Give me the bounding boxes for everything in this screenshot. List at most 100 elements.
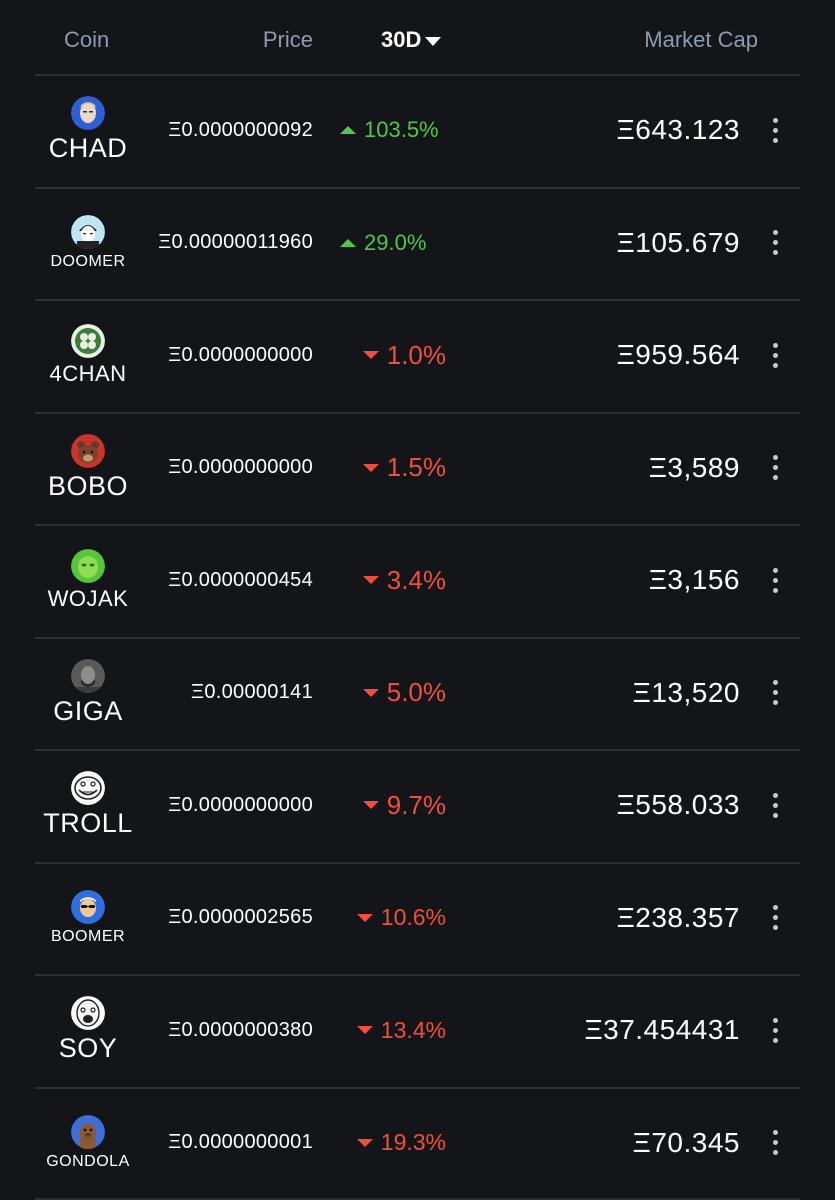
- trollface-icon: [71, 771, 105, 806]
- coin-row-doomer[interactable]: DOOMER Ξ0.00000011960 29.0% Ξ105.679: [0, 186, 835, 300]
- more-options-icon[interactable]: [762, 1087, 788, 1200]
- price-change: 1.5%: [340, 412, 460, 525]
- more-options-icon[interactable]: [762, 187, 788, 300]
- change-value: 19.3%: [380, 1129, 446, 1156]
- triangle-down-icon: [356, 1138, 373, 1147]
- coin-row-boomer[interactable]: BOOMER Ξ0.0000002565 10.6% Ξ238.357: [0, 861, 835, 975]
- gondola-avatar-icon: [71, 1114, 105, 1149]
- market-cap-value: Ξ3,156: [648, 564, 740, 596]
- price-change: 9.7%: [340, 749, 460, 862]
- more-options-icon[interactable]: [762, 412, 788, 525]
- coin-row-troll[interactable]: TROLL Ξ0.0000000000 9.7% Ξ558.033: [0, 749, 835, 862]
- clover-icon: [71, 324, 105, 359]
- coin-row-gondola[interactable]: GONDOLA Ξ0.0000000001 19.3% Ξ70.345: [0, 1086, 835, 1200]
- coin-cell[interactable]: DOOMER: [36, 187, 140, 300]
- coin-price: Ξ0.0000000000: [168, 343, 313, 366]
- price-change: 1.0%: [340, 299, 460, 412]
- coin-cell[interactable]: BOOMER: [36, 862, 140, 975]
- chevron-down-icon: [425, 37, 442, 46]
- change-value: 29.0%: [364, 229, 427, 255]
- change-value: 3.4%: [386, 564, 446, 595]
- market-cap-value: Ξ643.123: [616, 114, 740, 146]
- boomer-avatar-icon: [71, 889, 105, 924]
- coin-row-giga[interactable]: GIGA Ξ0.00000141 5.0% Ξ13,520: [0, 636, 835, 750]
- market-cap-value: Ξ238.357: [616, 901, 740, 933]
- more-options-icon[interactable]: [762, 749, 788, 862]
- price-change: 10.6%: [340, 862, 460, 975]
- coin-list: CHAD Ξ0.0000000092 103.5% Ξ643.123 DOOMER Ξ0.…: [0, 74, 835, 1199]
- change-value: 1.5%: [386, 452, 446, 483]
- triangle-down-icon: [356, 913, 373, 922]
- change-value: 10.6%: [380, 904, 446, 931]
- coin-symbol: TROLL: [43, 808, 133, 839]
- market-cap-value: Ξ70.345: [632, 1126, 740, 1158]
- doomer-avatar-icon: [71, 214, 105, 249]
- coin-cell[interactable]: GIGA: [36, 637, 140, 750]
- coin-price: Ξ0.0000000000: [168, 793, 313, 816]
- more-options-icon[interactable]: [762, 637, 788, 750]
- coin-cell[interactable]: SOY: [36, 974, 140, 1087]
- coin-column-header[interactable]: Coin: [64, 27, 109, 53]
- more-options-icon[interactable]: [762, 862, 788, 975]
- coin-symbol: BOOMER: [50, 927, 126, 945]
- wojak-avatar-icon: [71, 549, 105, 584]
- change-value: 1.0%: [386, 339, 446, 370]
- coin-cell[interactable]: WOJAK: [36, 524, 140, 637]
- coin-symbol: WOJAK: [47, 586, 129, 612]
- table-header: Coin Price 30D Market Cap: [0, 0, 835, 74]
- triangle-up-icon: [340, 126, 356, 135]
- coin-cell[interactable]: BOBO: [36, 412, 140, 525]
- coin-price: Ξ0.0000000092: [168, 118, 313, 141]
- coin-cell[interactable]: 4CHAN: [36, 299, 140, 412]
- period-label: 30D: [381, 27, 422, 52]
- more-options-icon[interactable]: [762, 74, 788, 187]
- triangle-down-icon: [362, 688, 379, 697]
- price-column-header[interactable]: Price: [263, 27, 313, 53]
- coin-row-soy[interactable]: SOY Ξ0.0000000380 13.4% Ξ37.454431: [0, 974, 835, 1087]
- coin-price: Ξ0.00000141: [191, 681, 313, 704]
- triangle-down-icon: [362, 463, 379, 472]
- change-value: 13.4%: [380, 1016, 446, 1043]
- market-cap-value: Ξ37.454431: [584, 1014, 740, 1046]
- change-value: 5.0%: [386, 677, 446, 708]
- coin-price: Ξ0.0000000454: [168, 568, 313, 591]
- market-cap-value: Ξ558.033: [616, 789, 740, 821]
- coin-row-bobo[interactable]: BOBO Ξ0.0000000000 1.5% Ξ3,589: [0, 411, 835, 525]
- triangle-down-icon: [362, 351, 379, 360]
- coin-row-4chan[interactable]: 4CHAN Ξ0.0000000000 1.0% Ξ959.564: [0, 299, 835, 412]
- price-change: 19.3%: [340, 1087, 460, 1200]
- price-change: 103.5%: [340, 74, 460, 187]
- market-cap-value: Ξ959.564: [616, 339, 740, 371]
- price-change: 13.4%: [340, 974, 460, 1087]
- market-cap-value: Ξ3,589: [648, 451, 740, 483]
- coin-cell[interactable]: GONDOLA: [36, 1087, 140, 1200]
- more-options-icon[interactable]: [762, 974, 788, 1087]
- coin-symbol: DOOMER: [50, 252, 126, 270]
- change-value: 9.7%: [386, 789, 446, 820]
- price-change: 3.4%: [340, 524, 460, 637]
- coin-cell[interactable]: CHAD: [36, 74, 140, 187]
- giga-avatar-icon: [71, 658, 105, 693]
- more-options-icon[interactable]: [762, 524, 788, 637]
- triangle-up-icon: [340, 238, 356, 247]
- coin-cell[interactable]: TROLL: [36, 749, 140, 862]
- chad-avatar-icon: [71, 96, 105, 131]
- coin-symbol: 4CHAN: [49, 361, 127, 387]
- coin-price: Ξ0.0000002565: [168, 906, 313, 929]
- coin-price: Ξ0.0000000380: [168, 1018, 313, 1041]
- more-options-icon[interactable]: [762, 299, 788, 412]
- market-cap-value: Ξ105.679: [616, 226, 740, 258]
- change-value: 103.5%: [364, 117, 439, 143]
- coin-row-wojak[interactable]: WOJAK Ξ0.0000000454 3.4% Ξ3,156: [0, 524, 835, 637]
- period-sort-header[interactable]: 30D: [381, 27, 442, 53]
- coin-row-chad[interactable]: CHAD Ξ0.0000000092 103.5% Ξ643.123: [0, 74, 835, 187]
- price-change: 5.0%: [340, 637, 460, 750]
- triangle-down-icon: [356, 1026, 373, 1035]
- bear-icon: [71, 433, 105, 468]
- market-cap-value: Ξ13,520: [632, 676, 740, 708]
- market-cap-column-header[interactable]: Market Cap: [644, 27, 758, 53]
- coin-price: Ξ0.00000011960: [158, 231, 313, 254]
- coin-symbol: GIGA: [53, 695, 123, 726]
- coin-price: Ξ0.0000000000: [168, 456, 313, 479]
- coin-symbol: SOY: [58, 1033, 118, 1064]
